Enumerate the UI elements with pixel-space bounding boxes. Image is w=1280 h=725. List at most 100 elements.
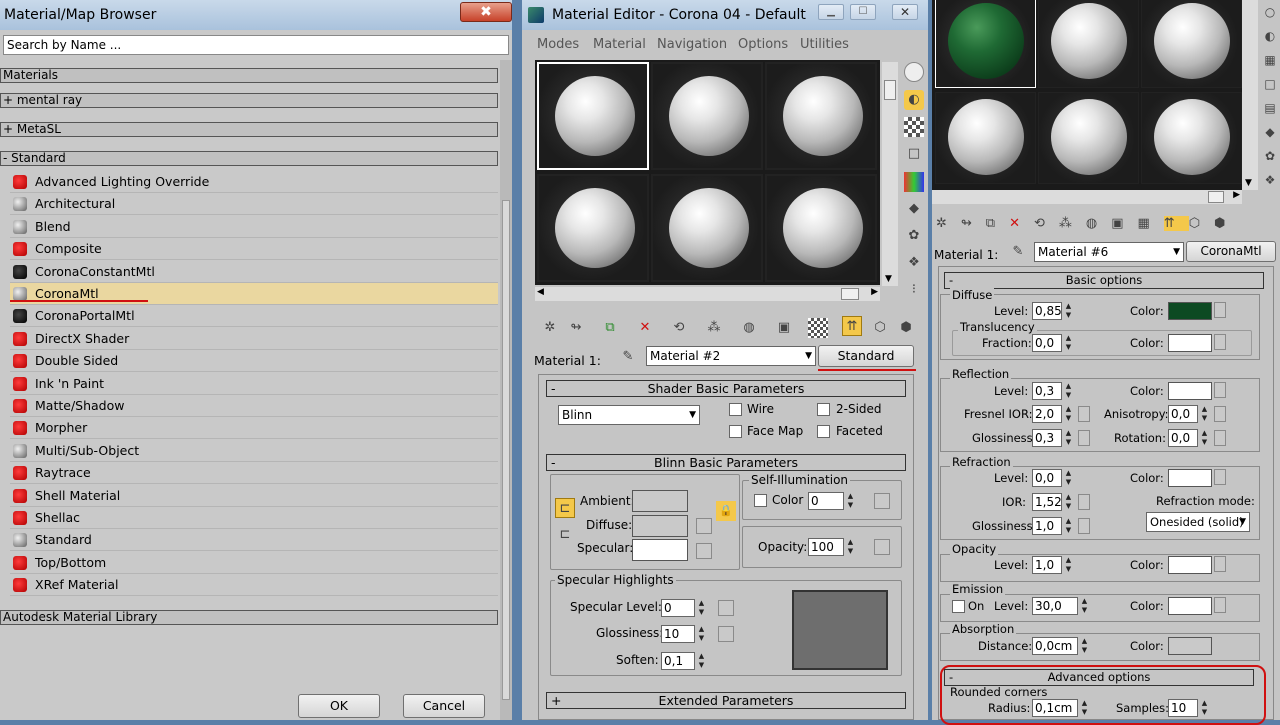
menu-material[interactable]: Material: [593, 37, 646, 52]
material-item[interactable]: Multi/Sub-Object: [10, 440, 498, 462]
rotation-spinner[interactable]: ▲ ▼: [1200, 429, 1209, 447]
material-item[interactable]: Blend: [10, 216, 498, 238]
spec-level-value[interactable]: 0: [661, 599, 695, 617]
soften-value[interactable]: 0,1: [661, 652, 695, 670]
material-item[interactable]: CoronaConstantMtl: [10, 261, 498, 283]
spec-level-spinner[interactable]: ▲ ▼: [697, 599, 706, 617]
self-illum-spinner[interactable]: ▲ ▼: [846, 492, 855, 510]
sample-slot-3[interactable]: [765, 62, 877, 170]
opacity-map-button[interactable]: [874, 539, 890, 555]
reset-map-icon[interactable]: ✕: [635, 318, 655, 338]
emission-level-spinner[interactable]: ▲ ▼: [1080, 597, 1089, 615]
fraction-spinner[interactable]: ▲ ▼: [1064, 334, 1073, 352]
video-color-check-icon[interactable]: [904, 172, 924, 192]
maximize-button[interactable]: ☐: [850, 4, 876, 20]
material-item[interactable]: Morpher: [10, 417, 498, 440]
backlight-icon[interactable]: ◐: [904, 90, 924, 110]
blinn-basic-header[interactable]: - Blinn Basic Parameters: [546, 454, 906, 471]
fresnel-ior-map-button[interactable]: [1078, 406, 1090, 422]
emission-level-value[interactable]: 30,0: [1032, 597, 1078, 615]
rotation-value[interactable]: 0,0: [1168, 429, 1198, 447]
ok-button[interactable]: OK: [298, 694, 380, 718]
eyedropper-icon[interactable]: ✎: [618, 347, 638, 367]
samples-value[interactable]: 10: [1168, 699, 1198, 717]
sample-slot-4[interactable]: [537, 174, 649, 282]
make-unique-icon[interactable]: ⁂: [704, 318, 724, 338]
refraction-glossiness-spinner[interactable]: ▲ ▼: [1064, 517, 1073, 535]
scroll-left-icon[interactable]: ◀: [537, 287, 544, 297]
right-slot-2[interactable]: [1038, 0, 1139, 88]
put-to-library-icon[interactable]: ◍: [739, 318, 759, 338]
right-slot-6[interactable]: [1141, 92, 1242, 184]
menu-modes[interactable]: Modes: [537, 37, 579, 52]
distance-value[interactable]: 0,0cm: [1032, 637, 1078, 655]
right-hscroll[interactable]: ▶: [932, 190, 1242, 204]
diffuse-level-value[interactable]: 0,85: [1032, 302, 1062, 320]
radius-value[interactable]: 0,1cm: [1032, 699, 1078, 717]
diffuse-color-map-button[interactable]: [1214, 302, 1226, 318]
reflection-level-value[interactable]: 0,3: [1032, 382, 1062, 400]
opacity-spinner[interactable]: ▲ ▼: [846, 538, 855, 556]
diffuse-map-button[interactable]: [696, 518, 712, 534]
slots-vscroll[interactable]: ▼: [882, 62, 898, 286]
menu-navigation[interactable]: Navigation: [657, 37, 727, 52]
refraction-glossiness-map-button[interactable]: [1078, 518, 1090, 534]
sample-slot-2[interactable]: [651, 62, 763, 170]
specular-map-button[interactable]: [696, 543, 712, 559]
opacity-color-swatch[interactable]: [1168, 556, 1212, 574]
put-to-scene-icon[interactable]: ↬: [566, 318, 586, 338]
material-item[interactable]: Standard: [10, 529, 498, 552]
opacity-level-spinner[interactable]: ▲ ▼: [1064, 556, 1073, 574]
ior-value[interactable]: 1,52: [1032, 493, 1062, 511]
make-copy-icon[interactable]: ⟲: [669, 318, 689, 338]
right-material-type-button[interactable]: CoronaMtl: [1186, 241, 1276, 262]
translucency-map-button[interactable]: [1214, 334, 1226, 350]
fresnel-ior-value[interactable]: 2,0: [1032, 405, 1062, 423]
face-map-checkbox[interactable]: [729, 425, 742, 438]
opacity-value[interactable]: 100: [808, 538, 844, 556]
material-item[interactable]: Shellac: [10, 507, 498, 529]
cancel-button[interactable]: Cancel: [403, 694, 485, 718]
right-slot-4[interactable]: [935, 92, 1036, 184]
material-item[interactable]: Ink 'n Paint: [10, 373, 498, 395]
specular-swatch[interactable]: [632, 539, 688, 561]
anisotropy-value[interactable]: 0,0: [1168, 405, 1198, 423]
material-item[interactable]: Advanced Lighting Override: [10, 171, 498, 193]
menu-options[interactable]: Options: [738, 37, 788, 52]
browser-close-button[interactable]: ✖: [460, 2, 512, 22]
category-mental-ray[interactable]: + mental ray: [0, 93, 498, 108]
glossiness-map-button[interactable]: [718, 626, 734, 642]
options-icon[interactable]: ✿: [904, 226, 924, 246]
material-type-button[interactable]: Standard: [818, 345, 914, 367]
material-name-dropdown[interactable]: Material #2: [646, 346, 816, 366]
basic-options-header[interactable]: - Basic options: [944, 272, 1264, 289]
refraction-level-value[interactable]: 0,0: [1032, 469, 1062, 487]
reflection-glossiness-spinner[interactable]: ▲ ▼: [1064, 429, 1073, 447]
refraction-level-spinner[interactable]: ▲ ▼: [1064, 469, 1073, 487]
right-slot-5[interactable]: [1038, 92, 1139, 184]
radius-spinner[interactable]: ▲ ▼: [1080, 699, 1089, 717]
reflection-level-spinner[interactable]: ▲ ▼: [1064, 382, 1073, 400]
anisotropy-map-button[interactable]: [1214, 406, 1226, 422]
make-preview-icon[interactable]: ◆: [904, 199, 924, 219]
reflection-glossiness-value[interactable]: 0,3: [1032, 429, 1062, 447]
lock-ambient-diffuse-icon[interactable]: ⊏: [555, 498, 575, 518]
refraction-mode-dropdown[interactable]: Onesided (solid): [1146, 512, 1250, 532]
sample-slot-6[interactable]: [765, 174, 877, 282]
translucency-color-swatch[interactable]: [1168, 334, 1212, 352]
scroll-right-icon[interactable]: ▶: [871, 287, 878, 297]
anisotropy-spinner[interactable]: ▲ ▼: [1200, 405, 1209, 423]
fraction-value[interactable]: 0,0: [1032, 334, 1062, 352]
refraction-glossiness-value[interactable]: 1,0: [1032, 517, 1062, 535]
slots-hscroll[interactable]: ◀ ▶: [535, 287, 880, 301]
shader-type-dropdown[interactable]: Blinn: [558, 405, 700, 425]
reflection-color-swatch[interactable]: [1168, 382, 1212, 400]
scroll-down-icon[interactable]: ▼: [1245, 178, 1252, 188]
right-slot-3[interactable]: [1141, 0, 1242, 88]
emission-color-map-button[interactable]: [1214, 597, 1226, 613]
wire-checkbox[interactable]: [729, 403, 742, 416]
right-vscroll[interactable]: ▼: [1242, 0, 1258, 190]
uv-tiling-icon[interactable]: □: [904, 144, 924, 164]
diffuse-level-spinner[interactable]: ▲ ▼: [1064, 302, 1073, 320]
reflection-glossiness-map-button[interactable]: [1078, 430, 1090, 446]
